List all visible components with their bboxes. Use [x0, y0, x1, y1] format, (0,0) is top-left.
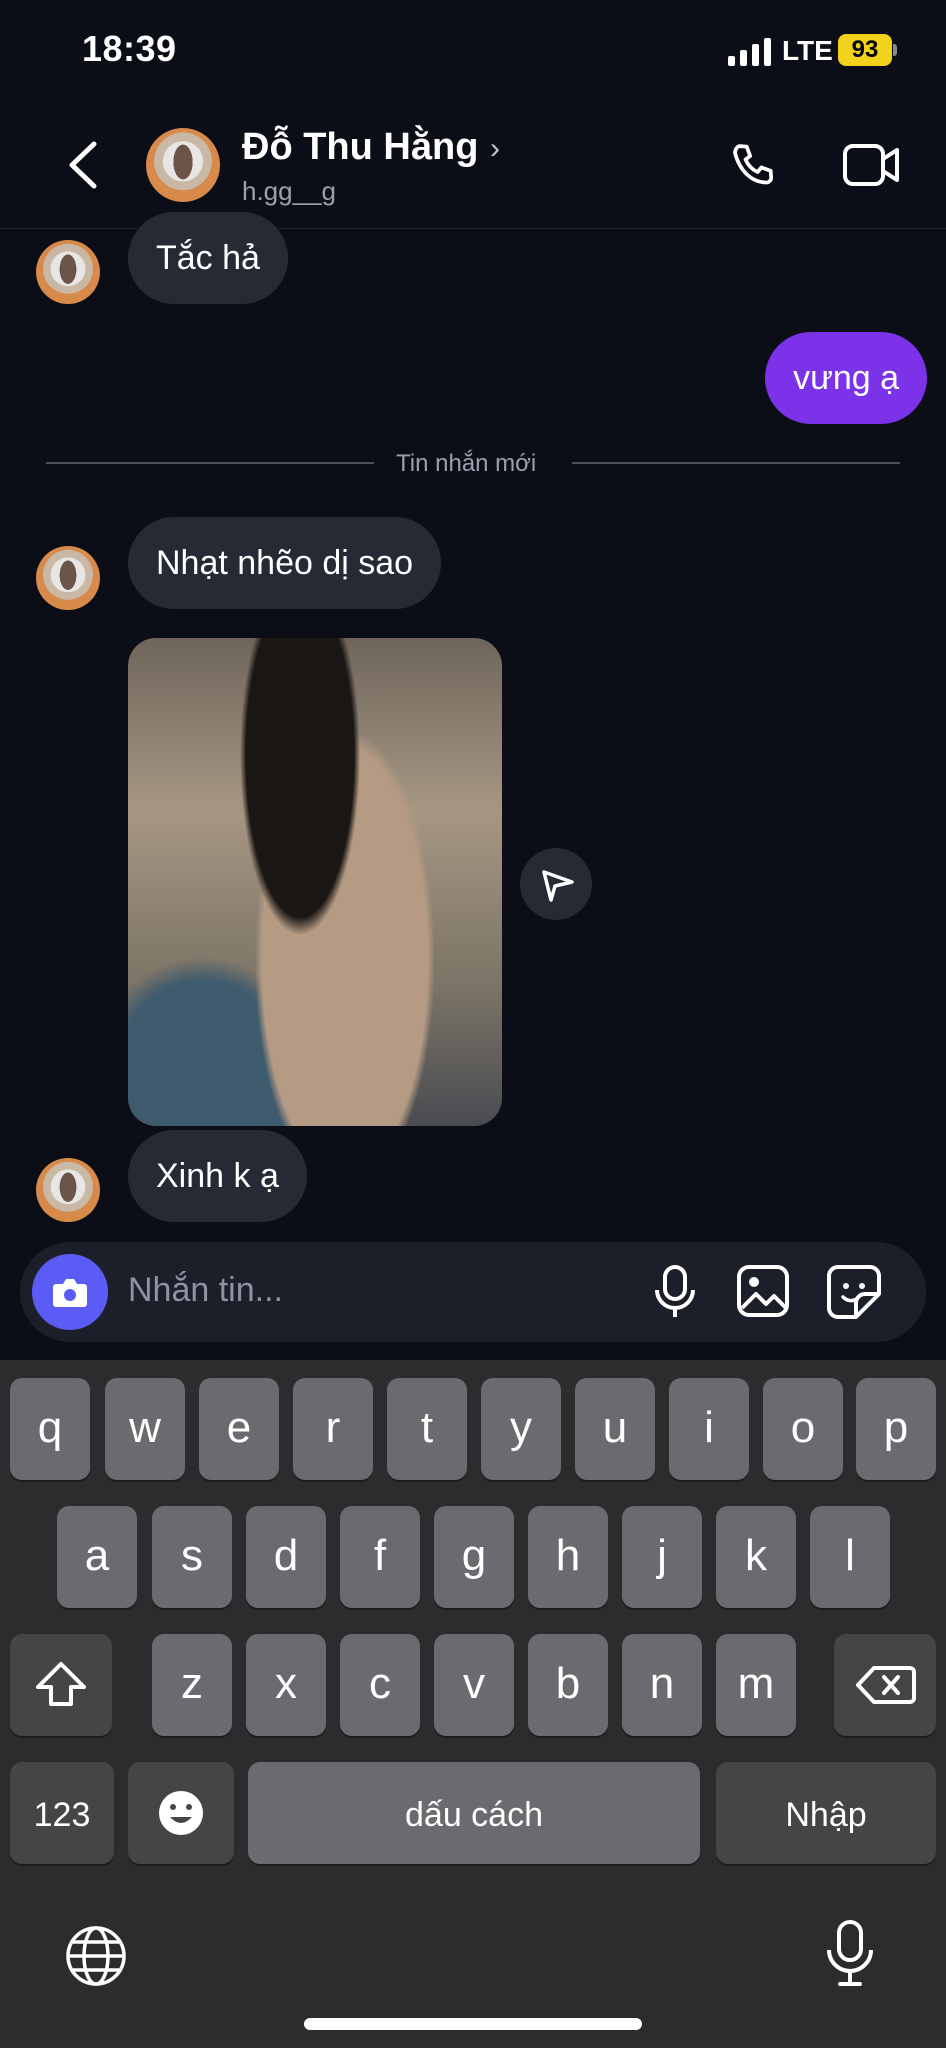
sender-avatar[interactable] — [36, 1158, 100, 1222]
shift-icon[interactable] — [10, 1634, 112, 1736]
outgoing-message[interactable]: vưng ạ — [765, 332, 927, 424]
phone-icon[interactable] — [728, 138, 784, 194]
status-time: 18:39 — [82, 28, 177, 69]
battery-tip — [893, 44, 897, 56]
home-indicator[interactable] — [304, 2018, 642, 2030]
key-e[interactable]: e — [199, 1378, 279, 1480]
numbers-key-label: 123 — [33, 1796, 91, 1834]
space-key-label: dấu cách — [405, 1796, 543, 1834]
numbers-key[interactable]: 123 — [10, 1762, 114, 1864]
key-i[interactable]: i — [669, 1378, 749, 1480]
incoming-message[interactable]: Nhạt nhẽo dị sao — [128, 517, 442, 609]
divider-line-right — [572, 462, 900, 464]
battery-icon: 93 — [838, 34, 892, 66]
divider-line-left — [46, 462, 374, 464]
emoji-icon[interactable] — [128, 1762, 234, 1864]
key-b[interactable]: b — [528, 1634, 608, 1736]
contact-username: h.gg__g — [242, 176, 336, 206]
dictation-icon[interactable] — [822, 1918, 878, 1995]
key-q[interactable]: q — [10, 1378, 90, 1480]
delete-icon[interactable] — [834, 1634, 936, 1736]
key-s[interactable]: s — [152, 1506, 232, 1608]
network-type: LTE — [782, 35, 833, 66]
contact-name[interactable]: Đỗ Thu Hằng — [242, 126, 478, 169]
key-y[interactable]: y — [481, 1378, 561, 1480]
key-n[interactable]: n — [622, 1634, 702, 1736]
microphone-icon[interactable] — [650, 1264, 700, 1325]
key-w[interactable]: w — [105, 1378, 185, 1480]
key-v[interactable]: v — [434, 1634, 514, 1736]
key-r[interactable]: r — [293, 1378, 373, 1480]
key-h[interactable]: h — [528, 1506, 608, 1608]
message-input[interactable]: Nhắn tin... — [128, 1271, 283, 1310]
video-camera-icon[interactable] — [842, 140, 900, 190]
key-m[interactable]: m — [716, 1634, 796, 1736]
key-t[interactable]: t — [387, 1378, 467, 1480]
sticker-icon[interactable] — [826, 1264, 882, 1325]
key-c[interactable]: c — [340, 1634, 420, 1736]
chevron-right-icon: › — [490, 132, 500, 165]
gallery-icon[interactable] — [736, 1264, 790, 1323]
key-j[interactable]: j — [622, 1506, 702, 1608]
globe-icon[interactable] — [64, 1924, 128, 1993]
key-d[interactable]: d — [246, 1506, 326, 1608]
incoming-message[interactable]: Tắc hả — [128, 212, 288, 304]
sender-avatar[interactable] — [36, 546, 100, 610]
return-key[interactable]: Nhập — [716, 1762, 936, 1864]
key-k[interactable]: k — [716, 1506, 796, 1608]
camera-icon[interactable] — [32, 1254, 108, 1330]
contact-avatar[interactable] — [146, 128, 220, 202]
cellular-signal-icon — [728, 38, 772, 66]
key-g[interactable]: g — [434, 1506, 514, 1608]
key-u[interactable]: u — [575, 1378, 655, 1480]
space-key[interactable]: dấu cách — [248, 1762, 700, 1864]
incoming-message[interactable]: Xinh k ạ — [128, 1130, 307, 1222]
key-a[interactable]: a — [57, 1506, 137, 1608]
key-o[interactable]: o — [763, 1378, 843, 1480]
key-p[interactable]: p — [856, 1378, 936, 1480]
key-z[interactable]: z — [152, 1634, 232, 1736]
new-messages-divider: Tin nhắn mới — [396, 450, 537, 477]
key-f[interactable]: f — [340, 1506, 420, 1608]
key-x[interactable]: x — [246, 1634, 326, 1736]
return-key-label: Nhập — [785, 1796, 867, 1834]
share-icon[interactable] — [520, 848, 592, 920]
key-l[interactable]: l — [810, 1506, 890, 1608]
back-chevron-icon[interactable] — [66, 140, 100, 190]
photo-message[interactable] — [128, 638, 502, 1126]
sender-avatar[interactable] — [36, 240, 100, 304]
